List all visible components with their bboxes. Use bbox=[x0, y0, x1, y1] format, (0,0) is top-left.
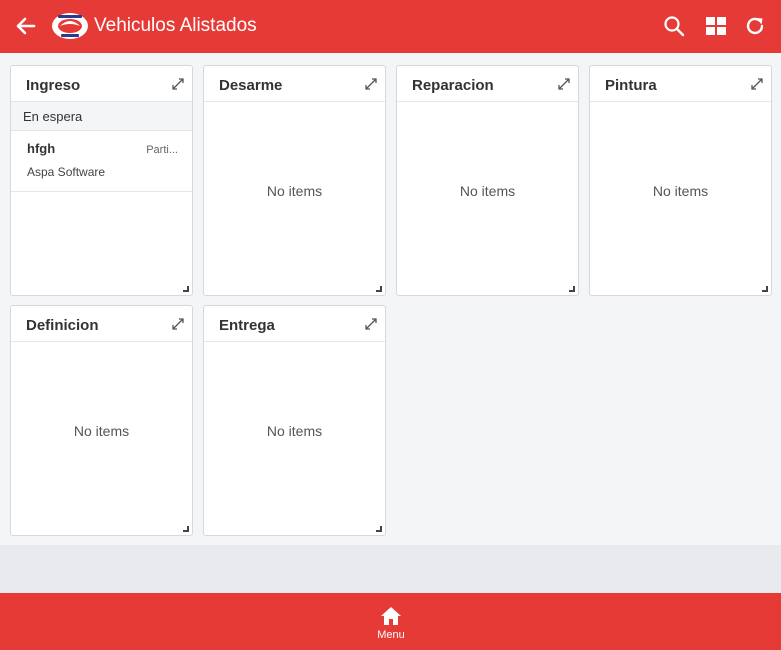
empty-message: No items bbox=[266, 183, 323, 199]
column-desarme: Desarme No items bbox=[203, 65, 386, 296]
column-header: Desarme bbox=[204, 66, 385, 102]
resize-handle[interactable] bbox=[569, 286, 575, 292]
column-header: Reparacion bbox=[397, 66, 578, 102]
card-meta: Parti... bbox=[146, 144, 178, 156]
grid-view-icon bbox=[706, 17, 726, 35]
empty-message: No items bbox=[73, 423, 130, 439]
expand-icon[interactable] bbox=[364, 77, 378, 91]
resize-handle[interactable] bbox=[376, 286, 382, 292]
column-title: Pintura bbox=[605, 77, 657, 94]
column-header: Definicion bbox=[11, 306, 192, 342]
empty-message: No items bbox=[266, 423, 323, 439]
resize-handle[interactable] bbox=[183, 526, 189, 532]
content-footer-area bbox=[0, 545, 781, 593]
column-pintura: Pintura No items bbox=[589, 65, 772, 296]
expand-icon[interactable] bbox=[364, 317, 378, 331]
expand-icon[interactable] bbox=[750, 77, 764, 91]
column-header: Ingreso bbox=[11, 66, 192, 102]
home-icon bbox=[381, 607, 401, 625]
expand-icon[interactable] bbox=[171, 317, 185, 331]
empty-message: No items bbox=[459, 183, 516, 199]
refresh-icon bbox=[746, 17, 764, 35]
column-ingreso: Ingreso En espera hfgh Parti... Aspa Sof… bbox=[10, 65, 193, 296]
brand-logo bbox=[52, 13, 88, 39]
search-button[interactable] bbox=[662, 14, 686, 38]
back-button[interactable] bbox=[12, 13, 38, 39]
column-title: Entrega bbox=[219, 317, 275, 334]
column-header: Pintura bbox=[590, 66, 771, 102]
menu-label: Menu bbox=[377, 629, 405, 641]
grid-view-button[interactable] bbox=[704, 14, 728, 38]
kanban-board: Ingreso En espera hfgh Parti... Aspa Sof… bbox=[0, 53, 781, 545]
group-header[interactable]: En espera bbox=[11, 102, 192, 131]
column-title: Desarme bbox=[219, 77, 283, 94]
search-icon bbox=[664, 16, 685, 37]
column-title: Definicion bbox=[26, 317, 99, 334]
column-reparacion: Reparacion No items bbox=[396, 65, 579, 296]
bottom-nav: Menu bbox=[0, 593, 781, 650]
back-arrow-icon bbox=[16, 17, 36, 35]
group-label: En espera bbox=[23, 109, 83, 124]
expand-icon[interactable] bbox=[557, 77, 571, 91]
kanban-card[interactable]: hfgh Parti... Aspa Software bbox=[11, 131, 192, 192]
page-title: Vehiculos Alistados bbox=[94, 15, 257, 36]
expand-icon[interactable] bbox=[171, 77, 185, 91]
resize-handle[interactable] bbox=[762, 286, 768, 292]
card-subtitle: Aspa Software bbox=[27, 165, 106, 179]
menu-button[interactable]: Menu bbox=[360, 593, 422, 650]
column-title: Reparacion bbox=[412, 77, 494, 94]
column-entrega: Entrega No items bbox=[203, 305, 386, 536]
app-header: Vehiculos Alistados bbox=[0, 0, 781, 53]
column-header: Entrega bbox=[204, 306, 385, 342]
card-title: hfgh bbox=[27, 141, 56, 156]
resize-handle[interactable] bbox=[183, 286, 189, 292]
resize-handle[interactable] bbox=[376, 526, 382, 532]
refresh-button[interactable] bbox=[743, 14, 767, 38]
column-title: Ingreso bbox=[26, 77, 81, 94]
empty-message: No items bbox=[652, 183, 709, 199]
column-definicion: Definicion No items bbox=[10, 305, 193, 536]
